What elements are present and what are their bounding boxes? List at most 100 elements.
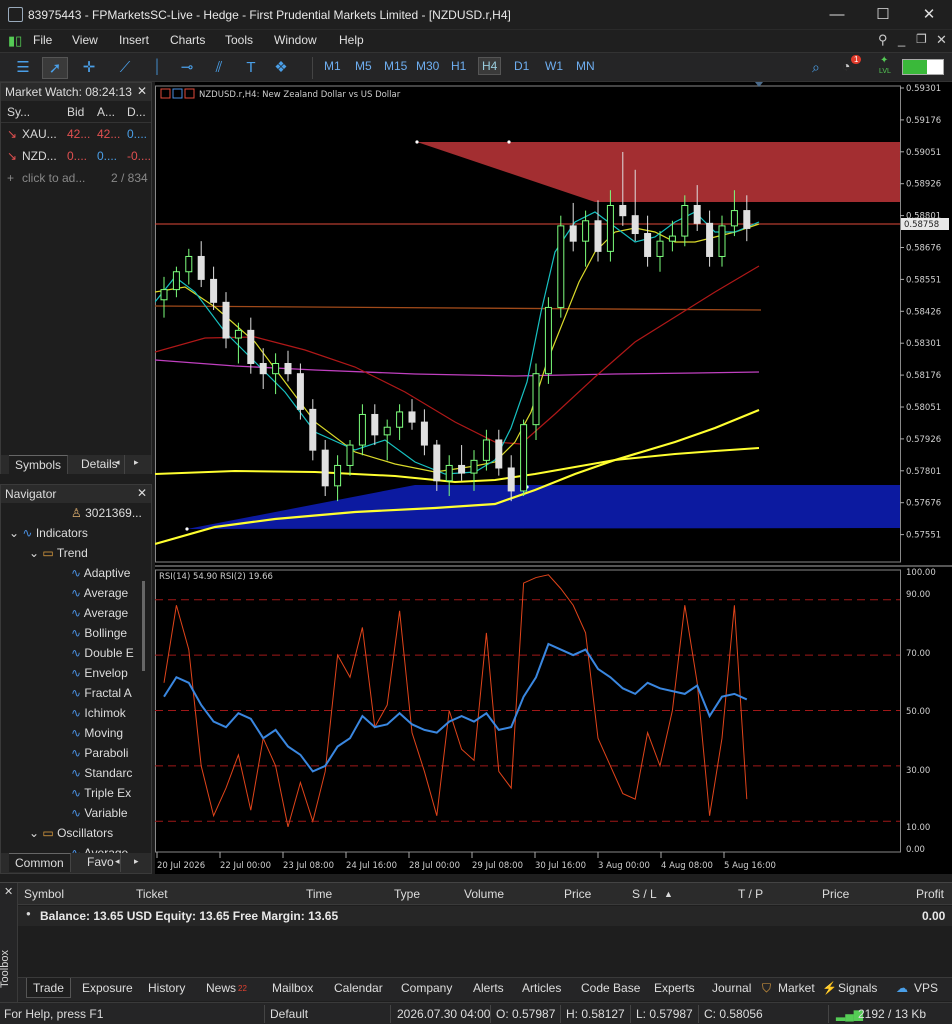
add-symbol-row[interactable]: + click to ad... 2 / 834 — [1, 167, 151, 189]
tf-h1[interactable]: H1 — [451, 59, 466, 73]
account-node[interactable]: ♙ 3021369... — [1, 503, 141, 523]
menu-tools[interactable]: Tools — [225, 33, 253, 47]
col-price[interactable]: Price — [564, 887, 591, 901]
menu-view[interactable]: View — [72, 33, 98, 47]
indicator-item[interactable]: ∿ Bollinge — [1, 623, 141, 643]
close-button[interactable]: ✕ — [906, 0, 952, 30]
price-chart[interactable]: 0.593010.591760.590510.589260.588010.586… — [155, 82, 952, 874]
add-symbol-placeholder[interactable]: click to ad... — [22, 167, 85, 189]
tab-scroll-left-icon[interactable]: ◂ — [115, 856, 120, 867]
cursor-icon[interactable]: ➚ — [42, 57, 68, 79]
col-bid[interactable]: Bid — [67, 101, 84, 123]
indicator-item[interactable]: ∿ Average — [1, 603, 141, 623]
tab-news[interactable]: News — [200, 978, 242, 998]
indicator-item[interactable]: ∿ Triple Ex — [1, 783, 141, 803]
tab-symbols[interactable]: Symbols — [9, 455, 69, 474]
col-profit[interactable]: Profit — [916, 887, 944, 901]
indicator-item[interactable]: ∿ Adaptive — [1, 563, 141, 583]
menu-file[interactable]: File — [33, 33, 52, 47]
tab-history[interactable]: History — [142, 978, 191, 998]
indicator-item[interactable]: ∿ Standarc — [1, 763, 141, 783]
tab-common[interactable]: Common — [9, 853, 71, 872]
tab-mailbox[interactable]: Mailbox — [266, 978, 319, 998]
status-profile[interactable]: Default — [270, 1007, 308, 1021]
navigator-scrollbar[interactable] — [142, 581, 145, 671]
tab-calendar[interactable]: Calendar — [328, 978, 389, 998]
indicator-item[interactable]: ∿ Ichimok — [1, 703, 141, 723]
tf-m5[interactable]: M5 — [355, 59, 372, 73]
tf-m1[interactable]: M1 — [324, 59, 341, 73]
tab-experts[interactable]: Experts — [648, 978, 701, 998]
maximize-button[interactable]: ☐ — [860, 0, 906, 30]
tf-w1[interactable]: W1 — [545, 59, 563, 73]
col-daily[interactable]: D... — [127, 101, 146, 123]
indicator-label: Ichimok — [84, 706, 126, 720]
tf-m30[interactable]: M30 — [416, 59, 439, 73]
col-type[interactable]: Type — [394, 887, 420, 901]
crosshair-icon[interactable]: ✛ — [76, 57, 102, 79]
tf-h4[interactable]: H4 — [478, 57, 502, 75]
indicator-item[interactable]: ∿ Envelop — [1, 663, 141, 683]
col-symbol[interactable]: Sy... — [7, 101, 30, 123]
menu-charts[interactable]: Charts — [170, 33, 205, 47]
child-close-icon[interactable]: ✕ — [936, 32, 947, 48]
child-minimize-icon[interactable]: _ — [898, 32, 905, 47]
tab-journal[interactable]: Journal — [706, 978, 757, 998]
menu-insert[interactable]: Insert — [119, 33, 149, 47]
menu-help[interactable]: Help — [339, 33, 364, 47]
tab-market[interactable]: Market — [772, 978, 821, 998]
tf-m15[interactable]: M15 — [384, 59, 407, 73]
tab-scroll-right-icon[interactable]: ▸ — [134, 856, 139, 867]
oscillators-node[interactable]: ⌄ ▭ Oscillators — [1, 823, 141, 843]
indicator-item[interactable]: ∿ Moving — [1, 723, 141, 743]
child-restore-icon[interactable]: ❐ — [916, 32, 927, 46]
tf-d1[interactable]: D1 — [514, 59, 529, 73]
indicator-item[interactable]: ∿ Fractal A — [1, 683, 141, 703]
menu-window[interactable]: Window — [274, 33, 317, 47]
vertical-line-icon[interactable]: ⏐ — [144, 57, 170, 79]
minimize-button[interactable]: — — [814, 0, 860, 30]
tab-signals[interactable]: Signals — [832, 978, 883, 998]
col-time[interactable]: Time — [306, 887, 332, 901]
notifications-icon[interactable]: ◔ — [842, 58, 850, 74]
shapes-icon[interactable]: ❖ — [268, 57, 294, 79]
tab-scroll-left-icon[interactable]: ◂ — [115, 457, 120, 468]
channel-icon[interactable]: ⫽ — [206, 57, 232, 79]
tab-scroll-right-icon[interactable]: ▸ — [134, 457, 139, 468]
col-symbol[interactable]: Symbol — [24, 887, 64, 901]
trend-node[interactable]: ⌄ ▭ Trend — [1, 543, 141, 563]
horizontal-line-icon[interactable]: ⊸ — [174, 57, 200, 79]
tab-company[interactable]: Company — [395, 978, 458, 998]
indicator-item[interactable]: ∿ Variable — [1, 803, 141, 823]
tab-vps[interactable]: VPS — [908, 978, 944, 998]
col-ticket[interactable]: Ticket — [136, 887, 168, 901]
pin-icon[interactable]: ⚲ — [878, 32, 888, 48]
balance-row[interactable]: ● Balance: 13.65 USD Equity: 13.65 Free … — [18, 906, 952, 926]
market-watch-close-icon[interactable]: ✕ — [137, 84, 147, 98]
tab-alerts[interactable]: Alerts — [467, 978, 510, 998]
col-tp[interactable]: T / P — [738, 887, 763, 901]
trendline-icon[interactable]: ⟋ — [112, 57, 138, 79]
market-watch-row[interactable]: ↘ XAU... 42... 42... 0.... — [1, 123, 151, 145]
chart-area[interactable]: 0.59301 0.59176 0.59051 0.58926 0.58801 0.586… — [155, 82, 952, 874]
indicator-item[interactable]: ∿ Double E — [1, 643, 141, 663]
text-tool-icon[interactable]: T — [238, 57, 264, 79]
tab-articles[interactable]: Articles — [516, 978, 567, 998]
tab-exposure[interactable]: Exposure — [76, 978, 139, 998]
indicator-item[interactable]: ∿ Average — [1, 583, 141, 603]
navigator-close-icon[interactable]: ✕ — [137, 486, 147, 500]
toolbox-close-icon[interactable]: ✕ — [4, 885, 13, 898]
menu-lines-icon[interactable]: ☰ — [10, 57, 36, 79]
indicators-node[interactable]: ⌄ ∿ Indicators — [1, 523, 141, 543]
col-ask[interactable]: A... — [97, 101, 115, 123]
tab-code-base[interactable]: Code Base — [575, 978, 646, 998]
search-icon[interactable]: ⌕ — [812, 59, 820, 76]
tab-trade[interactable]: Trade — [26, 978, 71, 998]
col-price-current[interactable]: Price — [822, 887, 849, 901]
market-watch-row[interactable]: ↘ NZD... 0.... 0.... -0.... — [1, 145, 151, 167]
indicator-item[interactable]: ∿ Paraboli — [1, 743, 141, 763]
col-volume[interactable]: Volume — [464, 887, 504, 901]
indicator-label: Paraboli — [84, 746, 129, 760]
col-sl[interactable]: S / L — [632, 887, 657, 901]
tf-mn[interactable]: MN — [576, 59, 595, 73]
